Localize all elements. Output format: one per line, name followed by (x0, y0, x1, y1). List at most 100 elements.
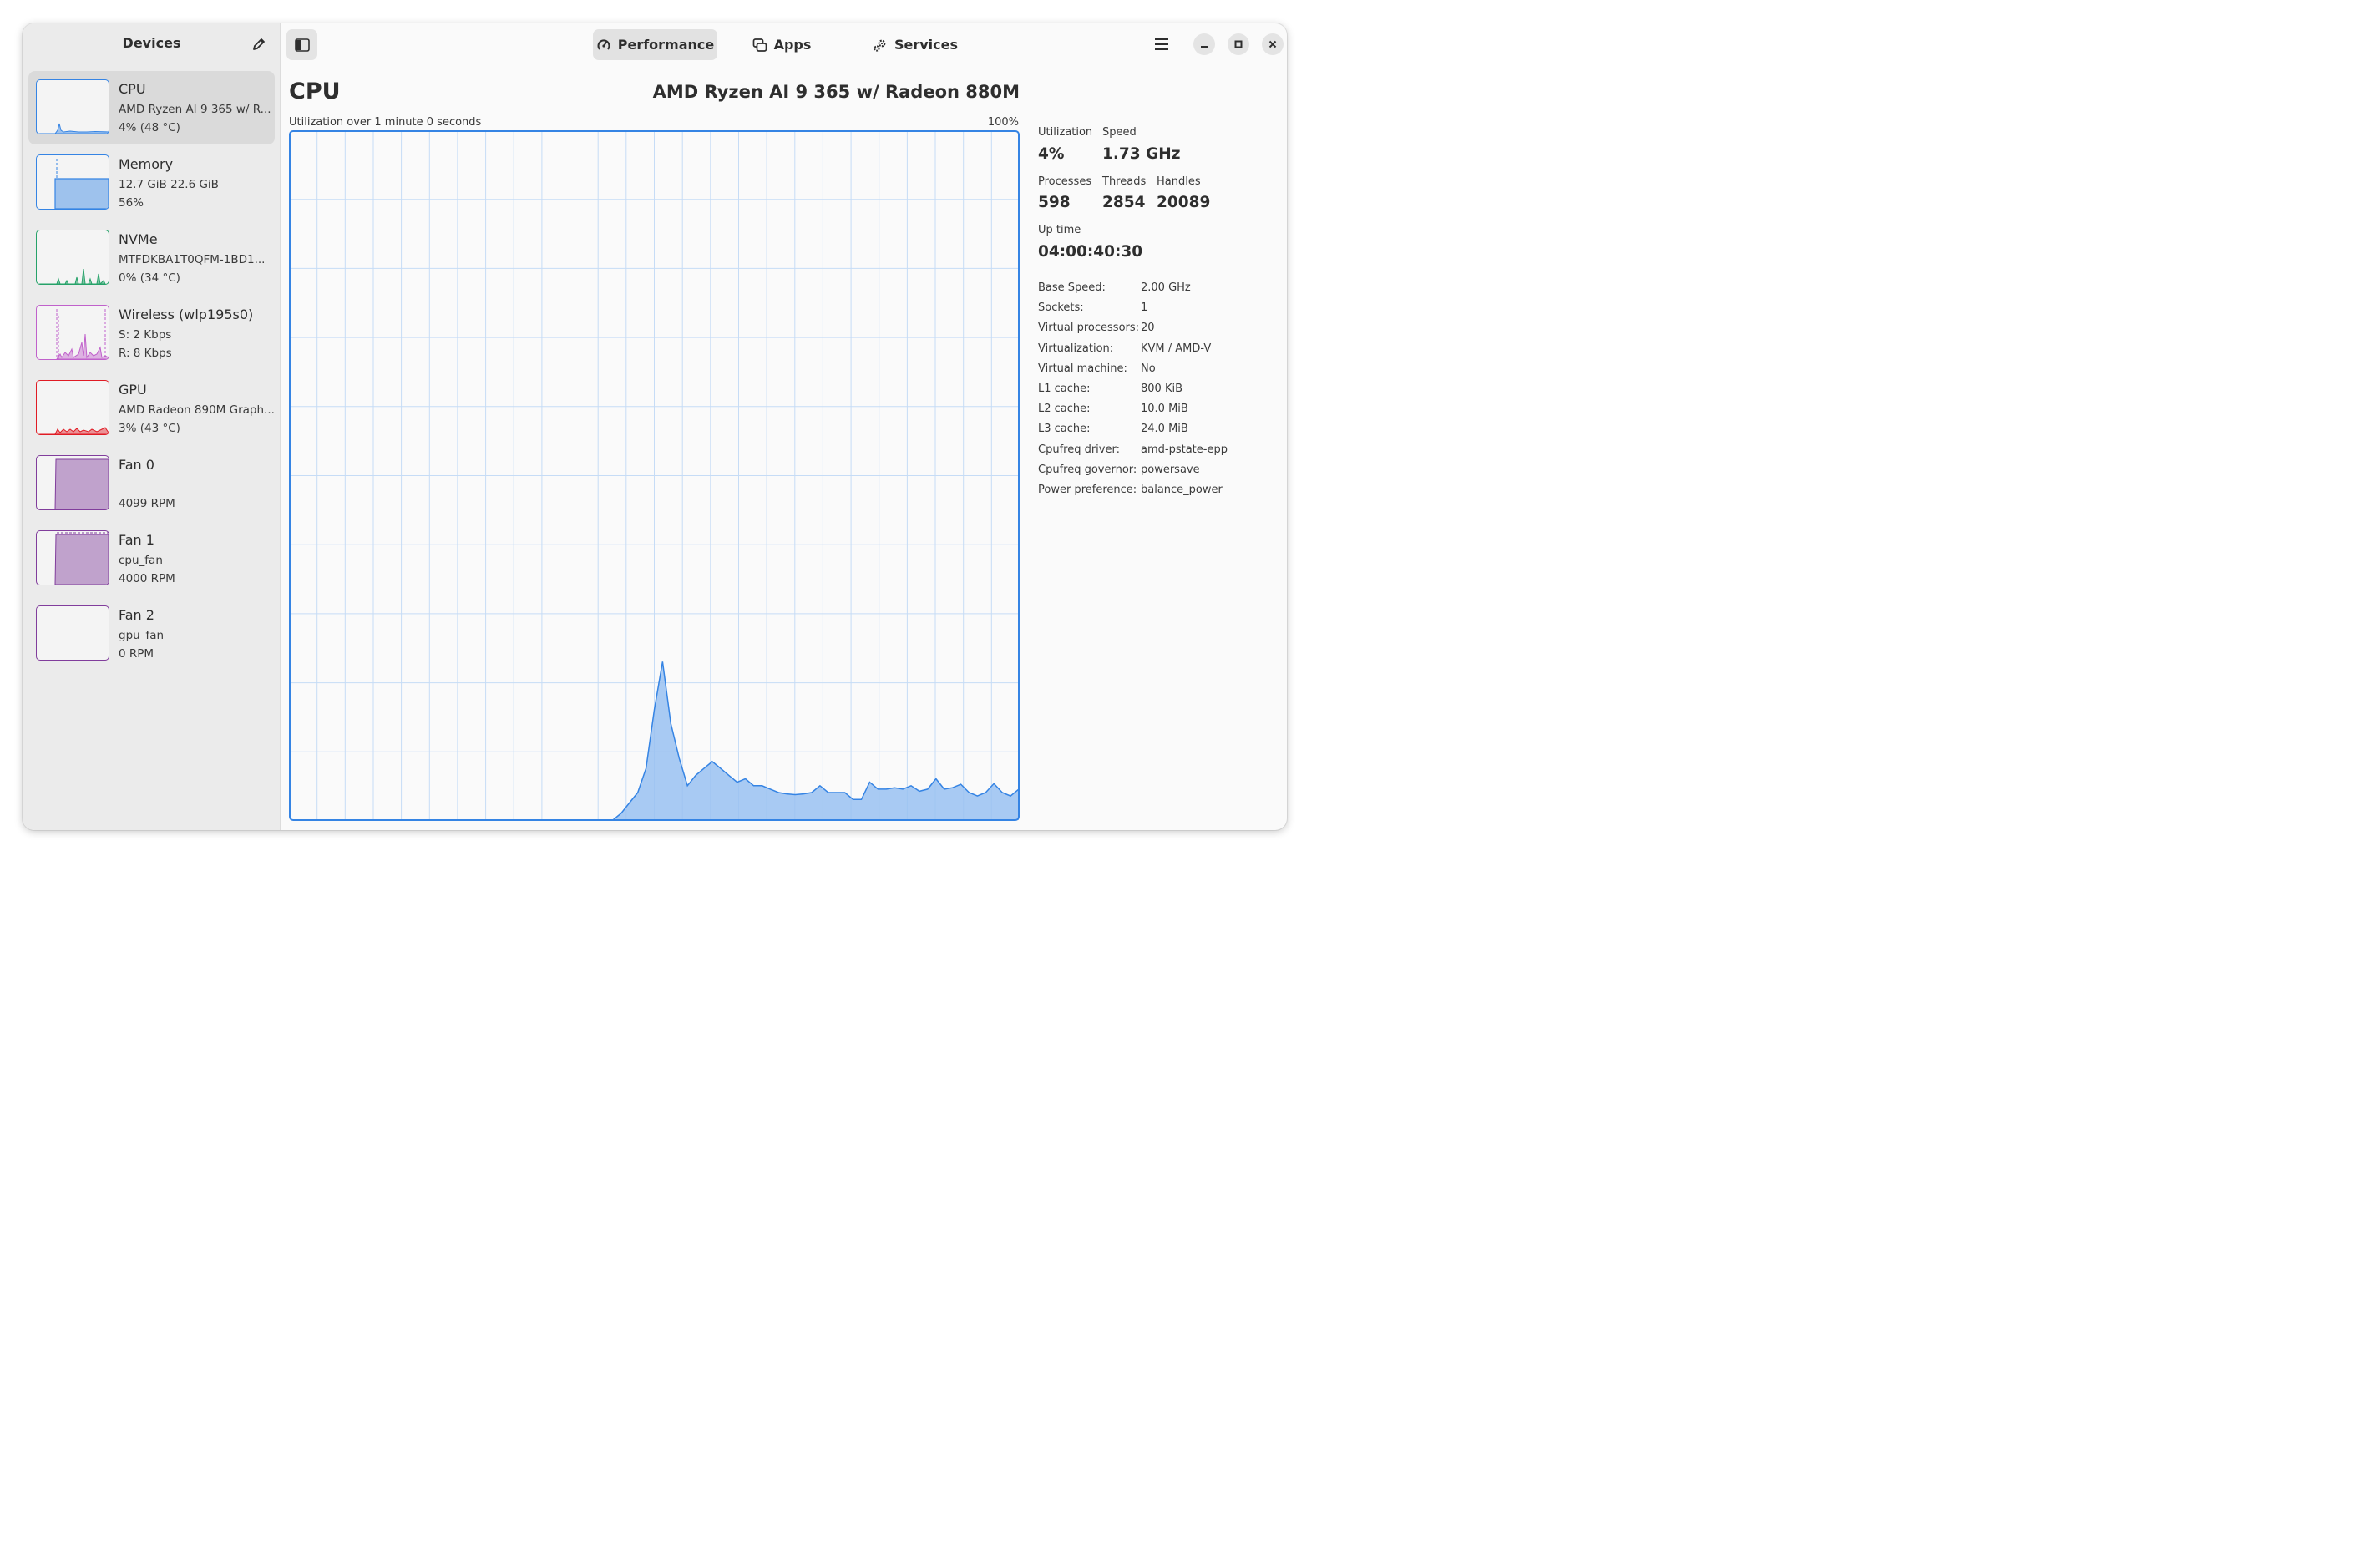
device-name: Fan 2 (119, 607, 154, 623)
device-status: 0% (34 °C) (119, 271, 180, 285)
device-name: GPU (119, 382, 147, 398)
detail-key: Virtual processors: (1038, 322, 1140, 335)
device-item-memory[interactable]: Memory 12.7 GiB 22.6 GiB 56% (28, 146, 275, 220)
close-icon (1268, 40, 1277, 48)
pencil-icon (253, 38, 265, 50)
device-status: 4% (48 °C) (119, 121, 180, 134)
handles-value: 20089 (1157, 194, 1211, 211)
device-name: NVMe (119, 231, 158, 247)
device-detail: AMD Ryzen AI 9 365 w/ R... (119, 103, 271, 116)
detail-value: No (1141, 362, 1156, 375)
threads-label: Threads (1102, 175, 1147, 188)
windows-icon (752, 38, 767, 52)
graph-max-label: 100% (987, 116, 1019, 129)
tab-apps[interactable]: Apps (748, 29, 815, 60)
tab-label: Performance (617, 37, 715, 53)
device-name: Wireless (wlp195s0) (119, 306, 254, 322)
hamburger-icon (1155, 38, 1168, 50)
device-detail: S: 2 Kbps (119, 328, 172, 342)
tab-label: Services (894, 37, 959, 53)
uptime-value: 04:00:40:30 (1038, 243, 1143, 261)
device-item-cpu[interactable]: CPU AMD Ryzen AI 9 365 w/ R... 4% (48 °C) (28, 71, 275, 144)
device-thumbnail-graph (36, 154, 109, 210)
detail-value: 24.0 MiB (1141, 423, 1188, 436)
speed-value: 1.73 GHz (1102, 145, 1181, 163)
device-item-gpu[interactable]: GPU AMD Radeon 890M Graph... 3% (43 °C) (28, 372, 275, 445)
device-name: Memory (119, 156, 174, 172)
sidebar-title: Devices (122, 35, 181, 51)
detail-value: amd-pstate-epp (1141, 443, 1228, 456)
device-thumbnail-graph (36, 455, 109, 510)
device-name: Fan 0 (119, 457, 154, 473)
minimize-button[interactable] (1193, 33, 1215, 55)
graph-caption: Utilization over 1 minute 0 seconds (289, 116, 482, 129)
utilization-value: 4% (1038, 145, 1065, 163)
device-name: CPU (119, 81, 146, 97)
device-thumbnail-graph (36, 230, 109, 285)
detail-key: L1 cache: (1038, 382, 1091, 395)
detail-key: Cpufreq governor: (1038, 463, 1137, 476)
device-detail: MTFDKBA1T0QFM-1BD1... (119, 253, 266, 266)
device-thumbnail-graph (36, 305, 109, 360)
detail-key: Power preference: (1038, 484, 1137, 496)
detail-key: Cpufreq driver: (1038, 443, 1120, 456)
processes-value: 598 (1038, 194, 1071, 211)
detail-value: KVM / AMD-V (1141, 342, 1212, 355)
edit-button[interactable] (248, 33, 270, 55)
threads-value: 2854 (1102, 194, 1146, 211)
device-thumbnail-graph (36, 530, 109, 585)
device-item-wireless[interactable]: Wireless (wlp195s0) S: 2 Kbps R: 8 Kbps (28, 296, 275, 370)
detail-value: balance_power (1141, 484, 1223, 496)
tab-label: Apps (773, 37, 812, 53)
device-status: 0 RPM (119, 647, 154, 661)
device-status: 3% (43 °C) (119, 422, 180, 435)
app-window: Devices CPU AMD Ryzen AI 9 365 w/ R... 4% … (23, 23, 1287, 830)
processes-label: Processes (1038, 175, 1092, 188)
device-item-fan-2[interactable]: Fan 2 gpu_fan 0 RPM (28, 597, 275, 671)
detail-value: 1 (1141, 301, 1148, 315)
sidebar-toggle-icon (294, 38, 310, 52)
detail-key: Base Speed: (1038, 281, 1106, 294)
speed-label: Speed (1102, 126, 1137, 139)
device-status: 4099 RPM (119, 497, 175, 510)
page-title: CPU (289, 79, 341, 104)
tab-services[interactable]: Services (869, 29, 961, 60)
device-detail: cpu_fan (119, 554, 163, 567)
sidebar: Devices CPU AMD Ryzen AI 9 365 w/ R... 4% … (23, 23, 281, 830)
device-detail: AMD Radeon 890M Graph... (119, 403, 275, 417)
detail-key: Virtualization: (1038, 342, 1114, 355)
header-bar: Performance Apps Services (281, 23, 1287, 67)
device-thumbnail-graph (36, 605, 109, 661)
minimize-icon (1201, 46, 1208, 48)
device-status: 4000 RPM (119, 572, 175, 585)
detail-key: Virtual machine: (1038, 362, 1127, 375)
detail-key: Sockets: (1038, 301, 1084, 315)
detail-value: 10.0 MiB (1141, 403, 1188, 416)
device-thumbnail-graph (36, 79, 109, 134)
device-item-nvme[interactable]: NVMe MTFDKBA1T0QFM-1BD1... 0% (34 °C) (28, 221, 275, 295)
detail-key: L3 cache: (1038, 423, 1091, 436)
handles-label: Handles (1157, 175, 1201, 188)
maximize-button[interactable] (1228, 33, 1249, 55)
device-item-fan-1[interactable]: Fan 1 cpu_fan 4000 RPM (28, 522, 275, 595)
device-thumbnail-graph (36, 380, 109, 435)
device-name: Fan 1 (119, 532, 154, 548)
detail-value: 20 (1141, 322, 1155, 335)
detail-value: 2.00 GHz (1141, 281, 1191, 294)
cpu-utilization-graph (289, 130, 1020, 821)
main-menu-button[interactable] (1149, 32, 1174, 57)
detail-key: L2 cache: (1038, 403, 1091, 416)
detail-value: 800 KiB (1141, 382, 1183, 395)
cpu-model-name: AMD Ryzen AI 9 365 w/ Radeon 880M (652, 82, 1020, 102)
utilization-label: Utilization (1038, 126, 1093, 139)
uptime-label: Up time (1038, 224, 1081, 236)
close-button[interactable] (1262, 33, 1284, 55)
device-status: R: 8 Kbps (119, 347, 172, 360)
sidebar-toggle-button[interactable] (286, 29, 317, 60)
gears-icon (874, 39, 886, 52)
maximize-icon (1234, 40, 1243, 48)
device-item-fan-0[interactable]: Fan 0 4099 RPM (28, 447, 275, 520)
tab-performance[interactable]: Performance (593, 29, 717, 60)
device-detail: 12.7 GiB 22.6 GiB (119, 178, 219, 191)
device-detail: gpu_fan (119, 629, 165, 642)
